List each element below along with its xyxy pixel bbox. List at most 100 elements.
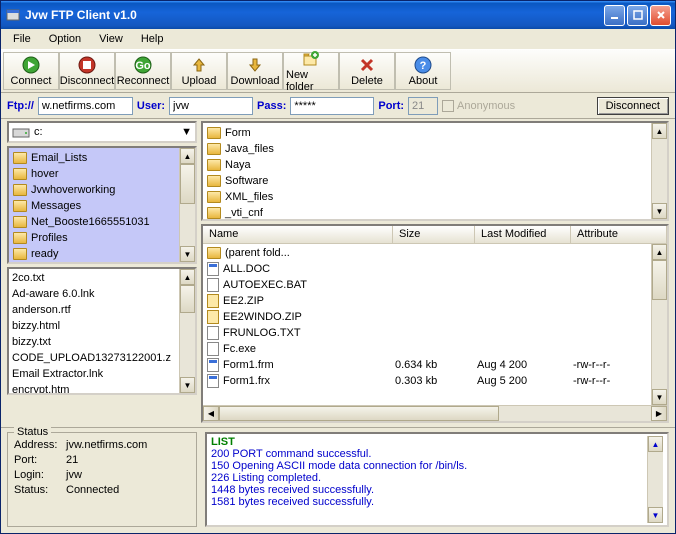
file-row[interactable]: Form1.frx0.303 kbAug 5 200-rw-r--r- xyxy=(205,373,649,389)
disconnect-button[interactable]: Disconnect xyxy=(59,52,115,90)
file-row[interactable]: FRUNLOG.TXT xyxy=(205,325,649,341)
folder-icon xyxy=(13,248,27,260)
folder-item[interactable]: Profiles xyxy=(11,230,177,246)
file-item[interactable]: Ad-aware 6.0.lnk xyxy=(10,286,178,302)
about-button[interactable]: ?About xyxy=(395,52,451,90)
disconnect-label: Disconnect xyxy=(60,75,114,87)
file-item[interactable]: encrypt.htm xyxy=(10,382,178,393)
menu-file[interactable]: File xyxy=(5,31,39,47)
anonymous-checkbox[interactable]: Anonymous xyxy=(442,100,515,112)
folder-label: Net_Booste1665551031 xyxy=(31,216,150,228)
folder-item[interactable]: ready xyxy=(11,246,177,262)
scrollbar-vertical[interactable]: ▲▼ xyxy=(179,148,195,262)
folder-item[interactable]: Java_files xyxy=(205,141,649,157)
folder-item[interactable]: Jvwhoverworking xyxy=(11,182,177,198)
scrollbar-horizontal[interactable]: ◀▶ xyxy=(203,405,667,421)
col-name[interactable]: Name xyxy=(203,226,393,243)
disconnect-action-button[interactable]: Disconnect xyxy=(597,97,669,115)
file-size: 0.634 kb xyxy=(395,359,477,371)
svg-text:?: ? xyxy=(420,60,427,72)
file-row[interactable]: EE2.ZIP xyxy=(205,293,649,309)
app-icon xyxy=(5,7,21,23)
folder-label: Naya xyxy=(225,159,251,171)
delete-button[interactable]: Delete xyxy=(339,52,395,90)
file-row[interactable]: EE2WINDO.ZIP xyxy=(205,309,649,325)
file-item[interactable]: Email Extractor.lnk xyxy=(10,366,178,382)
folder-icon xyxy=(13,216,27,228)
col-attr[interactable]: Attribute xyxy=(571,226,667,243)
scrollbar-vertical[interactable]: ▲▼ xyxy=(651,123,667,219)
scrollbar-vertical[interactable]: ▲▼ xyxy=(651,244,667,405)
folder-item[interactable]: Naya xyxy=(205,157,649,173)
connect-button[interactable]: Connect xyxy=(3,52,59,90)
close-button[interactable] xyxy=(650,5,671,26)
col-modified[interactable]: Last Modified xyxy=(475,226,571,243)
folder-icon xyxy=(13,200,27,212)
about-icon: ? xyxy=(413,55,433,74)
file-row[interactable]: (parent fold... xyxy=(205,245,649,261)
upload-icon xyxy=(189,55,209,74)
window-title: Jvw FTP Client v1.0 xyxy=(25,8,602,22)
menu-help[interactable]: Help xyxy=(133,31,172,47)
newfolder-button[interactable]: New folder xyxy=(283,52,339,90)
file-name: Fc.exe xyxy=(223,343,256,355)
scrollbar-vertical[interactable]: ▲▼ xyxy=(179,269,195,393)
user-input[interactable] xyxy=(169,97,253,115)
file-label: CODE_UPLOAD13273122001.z xyxy=(12,352,171,364)
connection-bar: Ftp:// User: Pass: Port: Anonymous Disco… xyxy=(1,93,675,119)
port-input[interactable] xyxy=(408,97,438,115)
minimize-button[interactable] xyxy=(604,5,625,26)
folder-label: XML_files xyxy=(225,191,273,203)
file-row[interactable]: AUTOEXEC.BAT xyxy=(205,277,649,293)
download-button[interactable]: Download xyxy=(227,52,283,90)
drive-icon xyxy=(12,125,30,139)
ftp-label: Ftp:// xyxy=(7,100,34,112)
file-item[interactable]: anderson.rtf xyxy=(10,302,178,318)
menu-view[interactable]: View xyxy=(91,31,131,47)
login-label: Login: xyxy=(14,469,66,481)
log-panel[interactable]: LIST 200 PORT command successful. 150 Op… xyxy=(205,432,669,527)
maximize-button[interactable] xyxy=(627,5,648,26)
status-legend: Status xyxy=(14,426,51,438)
pass-input[interactable] xyxy=(290,97,374,115)
menu-option[interactable]: Option xyxy=(41,31,89,47)
remote-folder-tree[interactable]: FormJava_files Naya Software XML_files _vti_… xyxy=(201,121,669,221)
folder-label: Messages xyxy=(31,200,81,212)
file-item[interactable]: bizzy.html xyxy=(10,318,178,334)
file-row[interactable]: Form1.frm0.634 kbAug 4 200-rw-r--r- xyxy=(205,357,649,373)
titlebar[interactable]: Jvw FTP Client v1.0 xyxy=(1,1,675,29)
folder-item[interactable]: Net_Booste1665551031 xyxy=(11,214,177,230)
folder-item[interactable]: hover xyxy=(11,166,177,182)
upload-button[interactable]: Upload xyxy=(171,52,227,90)
local-folder-tree[interactable]: Email_Listshover Jvwhoverworking Messages N… xyxy=(7,146,197,264)
file-row[interactable]: Fc.exe xyxy=(205,341,649,357)
folder-label: Profiles xyxy=(31,232,68,244)
host-input[interactable] xyxy=(38,97,133,115)
file-label: Email Extractor.lnk xyxy=(12,368,103,380)
folder-item[interactable]: Messages xyxy=(11,198,177,214)
file-row[interactable]: ALL.DOC xyxy=(205,261,649,277)
folder-item[interactable]: XML_files xyxy=(205,189,649,205)
file-item[interactable]: 2co.txt xyxy=(10,270,178,286)
folder-item[interactable]: Form xyxy=(205,125,649,141)
address-label: Address: xyxy=(14,439,66,451)
folder-icon xyxy=(207,207,221,219)
file-label: encrypt.htm xyxy=(12,384,69,393)
doc-icon xyxy=(207,262,219,276)
folder-item[interactable]: Software xyxy=(205,173,649,189)
delete-label: Delete xyxy=(351,75,383,87)
file-label: 2co.txt xyxy=(12,272,44,284)
file-item[interactable]: CODE_UPLOAD13273122001.z xyxy=(10,350,178,366)
col-size[interactable]: Size xyxy=(393,226,475,243)
folder-label: hover xyxy=(31,168,59,180)
scrollbar-vertical[interactable]: ▲▼ xyxy=(647,436,663,523)
drive-selector[interactable]: c: ▼ xyxy=(7,121,197,143)
file-item[interactable]: bizzy.txt xyxy=(10,334,178,350)
local-file-list[interactable]: 2co.txtAd-aware 6.0.lnkanderson.rtfbizzy… xyxy=(7,267,197,395)
remote-file-list[interactable]: Name Size Last Modified Attribute (paren… xyxy=(201,224,669,423)
log-line: 1448 bytes received successfully. xyxy=(211,484,647,496)
folder-item[interactable]: _vti_cnf xyxy=(205,205,649,219)
reconnect-icon: Go xyxy=(133,55,153,74)
reconnect-button[interactable]: GoReconnect xyxy=(115,52,171,90)
folder-item[interactable]: Email_Lists xyxy=(11,150,177,166)
